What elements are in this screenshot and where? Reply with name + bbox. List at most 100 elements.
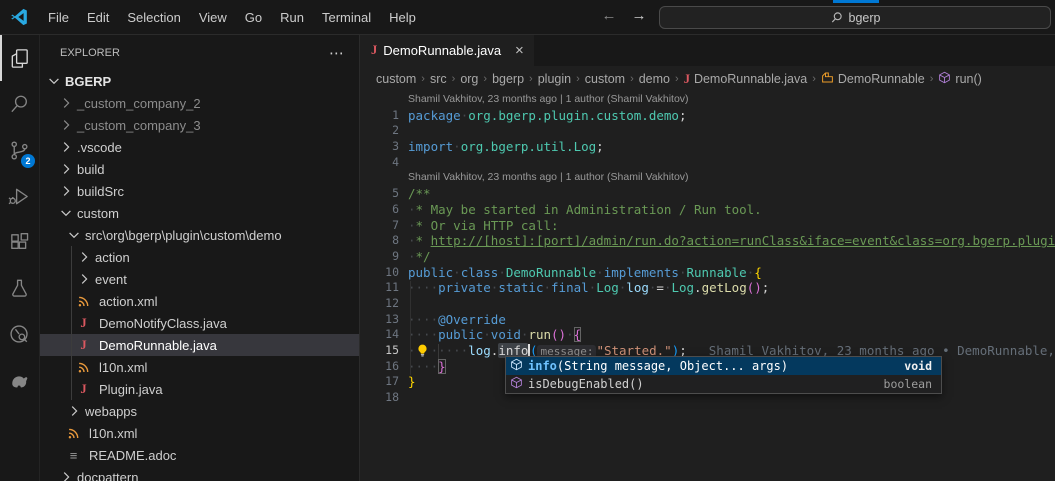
breadcrumb-item-demo[interactable]: demo xyxy=(639,72,670,86)
tree-item-plugin-java[interactable]: JPlugin.java xyxy=(40,378,359,400)
nav-forward-button[interactable]: → xyxy=(628,7,650,24)
tree-item-label: docpattern xyxy=(74,470,138,481)
menu-item-help[interactable]: Help xyxy=(380,10,425,25)
code-token: { xyxy=(754,265,762,280)
tree-item-bgerp[interactable]: BGERP xyxy=(40,70,359,92)
code-area[interactable]: Shamil Vakhitov, 23 months ago | 1 autho… xyxy=(361,92,1055,481)
suggest-item-info[interactable]: info(String message, Object... args)void xyxy=(506,357,941,375)
tree-item-custom[interactable]: custom xyxy=(40,202,359,224)
chevron-down-icon xyxy=(58,205,74,221)
breadcrumb-item-demorunnable[interactable]: DemoRunnable xyxy=(821,71,925,87)
menu-bar: FileEditSelectionViewGoRunTerminalHelp xyxy=(39,10,425,25)
code-token: package xyxy=(408,108,461,123)
code-token: ···· xyxy=(408,359,438,374)
tree-item-demonotifyclass-java[interactable]: JDemoNotifyClass.java xyxy=(40,312,359,334)
tree-item-event[interactable]: event xyxy=(40,268,359,290)
code-token: * May be started in Administration / Run… xyxy=(416,202,762,217)
codelens-blame[interactable]: Shamil Vakhitov, 23 months ago | 1 autho… xyxy=(408,92,1055,108)
breadcrumb-item-bgerp[interactable]: bgerp xyxy=(492,72,524,86)
activity-search-icon[interactable] xyxy=(0,81,39,127)
breadcrumb-item-plugin[interactable]: plugin xyxy=(538,72,571,86)
code-line-8: 8·* http://[host]:[port]/admin/run.do?ac… xyxy=(361,233,1055,249)
tree-item-label: action.xml xyxy=(96,294,158,309)
tab-demorunnable[interactable]: J DemoRunnable.java × xyxy=(361,35,534,66)
breadcrumb-item-run-[interactable]: run() xyxy=(938,71,981,87)
code-token: · xyxy=(408,218,416,233)
tree-item-label: src\org\bgerp\plugin\custom\demo xyxy=(82,228,282,243)
indent-guide xyxy=(438,344,439,359)
explorer-sidebar: EXPLORER ⋯ BGERP_custom_company_2_custom… xyxy=(40,35,360,481)
code-line-3: 3import·org.bgerp.util.Log; xyxy=(361,139,1055,155)
menu-item-edit[interactable]: Edit xyxy=(78,10,118,25)
line-content: ····} xyxy=(408,359,446,375)
line-content: } xyxy=(408,374,416,390)
code-token: void xyxy=(491,327,521,342)
breadcrumb-item-custom[interactable]: custom xyxy=(376,72,416,86)
activity-explorer-icon[interactable] xyxy=(0,35,39,81)
code-token: import xyxy=(408,139,453,154)
activity-run-debug-icon[interactable] xyxy=(0,173,39,219)
activity-gradle-icon[interactable] xyxy=(0,357,39,403)
line-number: 15 xyxy=(361,343,399,359)
line-content: ····@Override xyxy=(408,312,506,328)
suggest-item-isdebugenabled-[interactable]: isDebugEnabled()boolean xyxy=(506,375,941,393)
chevron-right-icon xyxy=(58,139,74,155)
activity-extensions-icon[interactable] xyxy=(0,219,39,265)
close-icon[interactable]: × xyxy=(515,42,524,59)
menu-item-file[interactable]: File xyxy=(39,10,78,25)
breadcrumb-item-demorunnable-java[interactable]: JDemoRunnable.java xyxy=(684,72,808,87)
tree-item-action-xml[interactable]: action.xml xyxy=(40,290,359,312)
code-line-1: 1package·org.bgerp.plugin.custom.demo; xyxy=(361,108,1055,124)
breadcrumb-label: custom xyxy=(585,72,625,86)
code-token: static xyxy=(498,280,543,295)
tree-item-webapps[interactable]: webapps xyxy=(40,400,359,422)
tree-item--vscode[interactable]: .vscode xyxy=(40,136,359,158)
code-line-5: 5/** xyxy=(361,186,1055,202)
breadcrumb-item-custom[interactable]: custom xyxy=(585,72,625,86)
nav-back-button[interactable]: ← xyxy=(598,7,620,24)
line-content: public·class·DemoRunnable·implements·Run… xyxy=(408,265,762,281)
tree-item-buildsrc[interactable]: buildSrc xyxy=(40,180,359,202)
bracket: } xyxy=(438,359,446,374)
codelens-blame[interactable]: Shamil Vakhitov, 23 months ago | 1 autho… xyxy=(408,170,1055,186)
tree-item-demorunnable-java[interactable]: JDemoRunnable.java xyxy=(40,334,359,356)
tree-item-l10n-xml[interactable]: l10n.xml xyxy=(40,422,359,444)
code-token: · xyxy=(408,202,416,217)
tree-item-src-org-bgerp-plugin-custom-demo[interactable]: src\org\bgerp\plugin\custom\demo xyxy=(40,224,359,246)
menu-item-view[interactable]: View xyxy=(190,10,236,25)
tree-item-docpattern[interactable]: docpattern xyxy=(40,466,359,481)
activity-inspection-icon[interactable] xyxy=(0,311,39,357)
code-line-4: 4 xyxy=(361,155,1055,171)
code-token: () xyxy=(551,327,566,342)
vscode-logo-icon xyxy=(9,7,29,27)
code-line-13: 13····@Override xyxy=(361,312,1055,328)
tree-item-l10n-xml[interactable]: l10n.xml xyxy=(40,356,359,378)
menu-item-terminal[interactable]: Terminal xyxy=(313,10,380,25)
code-token: · xyxy=(483,327,491,342)
tree-item-readme-adoc[interactable]: ≡README.adoc xyxy=(40,444,359,466)
activity-testing-icon[interactable] xyxy=(0,265,39,311)
code-token: log xyxy=(626,280,649,295)
code-token: getLog xyxy=(702,280,747,295)
command-center-search[interactable]: bgerp xyxy=(659,6,1051,29)
code-token: · xyxy=(498,265,506,280)
breadcrumb-item-org[interactable]: org xyxy=(460,72,478,86)
tree-item-action[interactable]: action xyxy=(40,246,359,268)
tree-item--custom-company-2[interactable]: _custom_company_2 xyxy=(40,92,359,114)
code-line-11: 11····private·static·final·Log·log·=·Log… xyxy=(361,280,1055,296)
code-token: · xyxy=(453,265,461,280)
more-actions-icon[interactable]: ⋯ xyxy=(329,44,345,62)
code-token: = xyxy=(656,280,664,295)
activity-source-control-icon[interactable]: 2 xyxy=(0,127,39,173)
code-line-14: 14····public·void·run()·{ xyxy=(361,327,1055,343)
tree-item-build[interactable]: build xyxy=(40,158,359,180)
lightbulb-icon[interactable] xyxy=(416,344,430,358)
code-token: */ xyxy=(416,249,431,264)
menu-item-selection[interactable]: Selection xyxy=(118,10,189,25)
chevron-right-icon xyxy=(76,271,92,287)
menu-item-run[interactable]: Run xyxy=(271,10,313,25)
suggest-widget: info(String message, Object... args)void… xyxy=(505,356,942,394)
menu-item-go[interactable]: Go xyxy=(236,10,271,25)
tree-item--custom-company-3[interactable]: _custom_company_3 xyxy=(40,114,359,136)
breadcrumb-item-src[interactable]: src xyxy=(430,72,447,86)
